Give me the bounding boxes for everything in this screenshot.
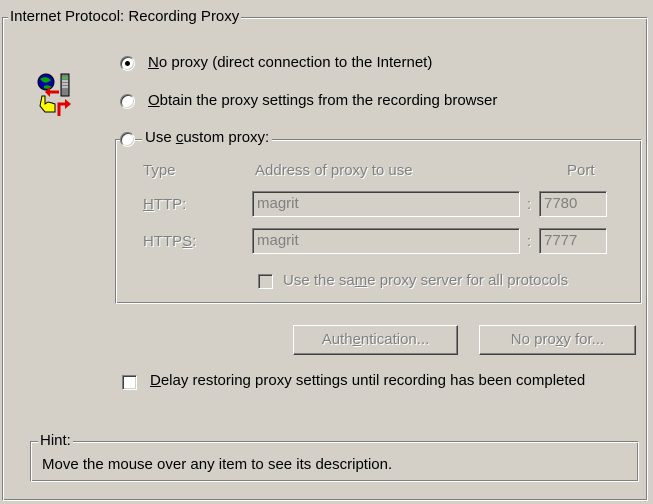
custom-proxy-radio[interactable] xyxy=(120,132,135,147)
http-label: HTTP: xyxy=(143,196,187,213)
delay-restore-label[interactable]: Delay restoring proxy settings until rec… xyxy=(150,372,585,390)
type-column-header: Type xyxy=(143,162,176,179)
https-port-separator: : xyxy=(527,233,532,250)
obtain-from-browser-label[interactable]: Obtain the proxy settings from the recor… xyxy=(148,92,497,110)
same-proxy-label[interactable]: Use the same proxy server for all protoc… xyxy=(283,272,568,290)
proxy-network-icon xyxy=(37,72,73,118)
no-proxy-radio[interactable] xyxy=(120,56,135,71)
authentication-button[interactable]: Authentication... xyxy=(293,325,458,355)
http-port-field[interactable]: 7780 xyxy=(539,191,607,217)
https-address-field[interactable]: magrit xyxy=(252,228,520,254)
same-proxy-checkbox[interactable] xyxy=(258,274,273,289)
obtain-from-browser-radio[interactable] xyxy=(120,94,135,109)
http-address-field[interactable]: magrit xyxy=(252,191,520,217)
no-proxy-for-button[interactable]: No proxy for... xyxy=(479,325,636,355)
https-label: HTTPS: xyxy=(143,233,197,250)
address-column-header: Address of proxy to use xyxy=(255,162,413,179)
group-title: Internet Protocol: Recording Proxy xyxy=(8,8,242,25)
hint-text: Move the mouse over any item to see its … xyxy=(42,456,393,473)
port-column-header: Port xyxy=(567,162,595,179)
http-port-separator: : xyxy=(527,196,532,213)
https-port-field[interactable]: 7777 xyxy=(539,228,607,254)
radio-selected-dot xyxy=(125,61,130,66)
hint-title: Hint: xyxy=(38,432,73,449)
no-proxy-label[interactable]: No proxy (direct connection to the Inter… xyxy=(148,54,432,72)
delay-restore-checkbox[interactable] xyxy=(122,375,137,390)
custom-proxy-label[interactable]: Use custom proxy: xyxy=(142,129,273,147)
